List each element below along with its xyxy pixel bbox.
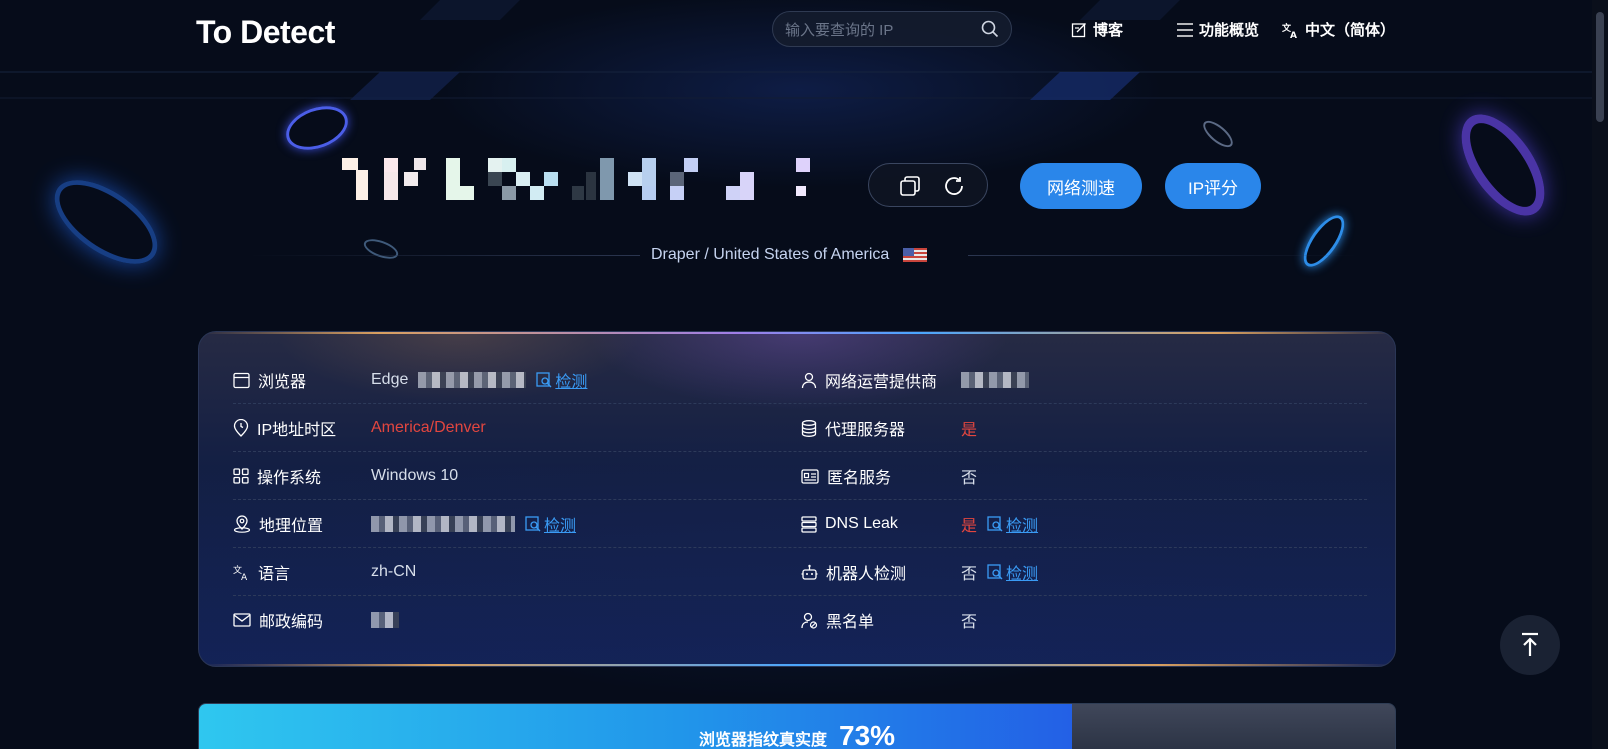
nav-blog-label: 博客 <box>1093 22 1124 39</box>
copy-icon[interactable] <box>899 175 921 202</box>
bot-detect-link[interactable]: 检测 <box>987 560 1038 584</box>
info-label-language: 文A 语言 <box>233 564 291 583</box>
user-icon <box>801 372 817 388</box>
fingerprint-title: 浏览器指纹真实度 <box>699 732 828 749</box>
decor-ring <box>1296 208 1352 274</box>
browser-detect-link[interactable]: 检测 <box>536 368 587 392</box>
decor-ring <box>280 98 354 158</box>
info-label-geolocation: 地理位置 <box>233 500 323 548</box>
ip-score-button[interactable]: IP评分 <box>1165 163 1261 209</box>
info-label-blacklist: 黑名单 <box>801 596 874 644</box>
location-text: Draper / United States of America <box>651 246 890 263</box>
ip-address-display <box>342 158 812 204</box>
ip-search-box[interactable] <box>772 11 1012 47</box>
us-flag-icon <box>903 248 928 262</box>
scrollbar-thumb[interactable] <box>1596 12 1604 122</box>
info-row: 地理位置 检测 DNS Leak 是 检测 <box>233 500 1367 548</box>
mail-icon <box>233 613 251 627</box>
info-value-bot-detect: 否 检测 <box>961 548 1038 596</box>
database-icon <box>801 419 817 437</box>
info-label-proxy: 代理服务器 <box>801 404 905 452</box>
geolocation-detect-link[interactable]: 检测 <box>525 512 576 536</box>
id-card-icon <box>801 468 819 484</box>
info-label-timezone: IP地址时区 <box>233 404 336 452</box>
info-label-isp: 网络运营提供商 <box>801 356 937 404</box>
fingerprint-percent: 73% <box>839 720 896 749</box>
speed-test-button[interactable]: 网络测速 <box>1020 163 1142 209</box>
redacted-value <box>371 516 515 532</box>
detect-icon <box>536 372 552 388</box>
refresh-icon[interactable] <box>943 175 965 202</box>
info-value-language: zh-CN <box>371 563 417 580</box>
info-value-dns-leak: 是 检测 <box>961 500 1038 548</box>
browser-icon <box>233 372 250 388</box>
nav-blog[interactable]: 博客 <box>1071 19 1123 40</box>
info-label-bot-detect: 机器人检测 <box>801 548 906 596</box>
info-label-postal: 邮政编码 <box>233 596 323 644</box>
info-row: IP地址时区 America/Denver 代理服务器 是 <box>233 404 1367 452</box>
back-to-top-button[interactable] <box>1500 615 1560 675</box>
decor-ring <box>40 163 172 281</box>
info-value-anonymous: 否 <box>961 470 978 487</box>
location-icon <box>233 515 251 533</box>
fingerprint-progress-fill <box>199 704 1073 749</box>
dns-leak-detect-link[interactable]: 检测 <box>987 512 1038 536</box>
redacted-value <box>371 612 399 628</box>
info-row: 操作系统 Windows 10 匿名服务 否 <box>233 452 1367 500</box>
nav-features-label: 功能概览 <box>1199 22 1260 39</box>
robot-icon <box>801 564 818 580</box>
grid-icon <box>233 468 249 484</box>
svg-text:A: A <box>1290 31 1297 38</box>
decor-ring <box>1445 100 1561 230</box>
info-value-geolocation: 检测 <box>371 500 576 548</box>
info-label-os: 操作系统 <box>233 452 321 500</box>
fingerprint-label: 浏览器指纹真实度 73% <box>699 720 895 749</box>
server-icon <box>801 515 817 533</box>
translate-icon: 文A <box>233 564 248 580</box>
info-label-dns-leak: DNS Leak <box>801 500 898 548</box>
svg-text:A: A <box>241 573 248 580</box>
fingerprint-progress-remaining <box>1072 704 1395 749</box>
detect-icon <box>987 516 1003 532</box>
info-label-anonymous: 匿名服务 <box>801 452 891 500</box>
divider-line <box>248 255 640 256</box>
detect-icon <box>525 516 541 532</box>
info-row: 文A 语言 zh-CN 机器人检测 否 检测 <box>233 548 1367 596</box>
info-value-proxy: 是 <box>961 422 978 439</box>
info-value-blacklist: 否 <box>961 614 978 631</box>
page-scrollbar[interactable] <box>1592 0 1608 749</box>
redacted-value <box>961 372 1029 388</box>
arrow-up-icon <box>1522 632 1538 656</box>
translate-icon: 文A <box>1282 22 1297 38</box>
info-value-isp <box>961 356 1029 404</box>
nav-features[interactable]: 功能概览 <box>1177 19 1259 40</box>
info-row: 邮政编码 黑名单 否 <box>233 596 1367 644</box>
nav-language[interactable]: 文A 中文（简体） <box>1282 19 1395 40</box>
clock-pin-icon <box>233 419 249 437</box>
info-label-browser: 浏览器 <box>233 356 306 404</box>
divider-line <box>968 255 1360 256</box>
nav-language-label: 中文（简体） <box>1305 22 1396 39</box>
info-value-os: Windows 10 <box>371 467 459 484</box>
decor-ring <box>361 235 401 263</box>
fingerprint-progress-bar: 浏览器指纹真实度 73% <box>198 703 1396 749</box>
menu-icon <box>1177 22 1193 37</box>
ip-search-input[interactable] <box>785 19 975 41</box>
detect-icon <box>987 564 1003 580</box>
search-icon[interactable] <box>981 20 999 43</box>
info-value-postal <box>371 596 399 644</box>
user-block-icon <box>801 612 818 629</box>
redacted-value <box>418 372 527 388</box>
top-header: To Detect 博客 功能概览 文A 中文（简体） <box>0 0 1592 60</box>
edit-icon <box>1071 22 1086 37</box>
site-logo[interactable]: To Detect <box>196 14 335 51</box>
decor-ring <box>1199 116 1237 152</box>
info-value-browser: Edge 检测 <box>371 356 587 404</box>
info-value-timezone: America/Denver <box>371 419 486 436</box>
info-row: 浏览器 Edge 检测 网络运营提供商 <box>233 356 1367 404</box>
ip-action-group <box>868 163 988 207</box>
ip-location: Draper / United States of America <box>651 246 928 264</box>
ip-info-card: 浏览器 Edge 检测 网络运营提供商 IP地址时区 America/Denve… <box>198 331 1396 667</box>
